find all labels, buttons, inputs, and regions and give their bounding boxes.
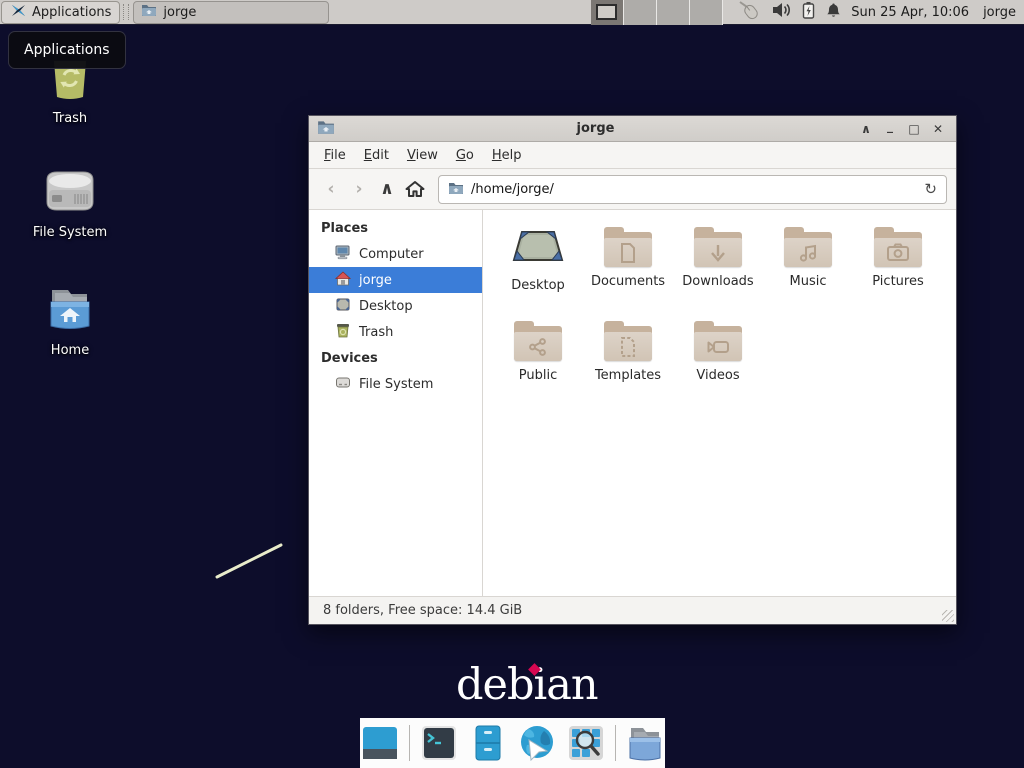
notifications-bell-icon[interactable] [826,2,841,23]
titlebar[interactable]: jorge ∧ _ □ ✕ [309,116,956,142]
trash-small-icon [335,323,351,342]
home-button[interactable] [402,176,428,202]
battery-icon[interactable] [802,1,815,23]
top-panel: Applications jorge [0,0,1024,25]
web-browser-launcher[interactable] [517,723,557,763]
desktop-icon-label: Trash [53,111,87,126]
file-tile-desktop[interactable]: Desktop [493,223,583,317]
applications-menu-label: Applications [32,5,111,20]
folder-pictures-icon [874,227,922,267]
folder-templates-icon [604,321,652,361]
desktop-surface-icon [510,227,566,271]
applications-menu-button[interactable]: Applications [1,1,120,24]
workspace-1[interactable] [591,0,624,25]
bottom-dock [360,718,665,768]
file-tile-downloads[interactable]: Downloads [673,223,763,317]
minimize-button[interactable]: _ [880,119,900,139]
file-tile-videos[interactable]: Videos [673,317,763,411]
desktop-icon-file-system[interactable]: File System [20,168,120,240]
workspace-3[interactable] [657,0,690,25]
file-tile-documents[interactable]: Documents [583,223,673,317]
shade-button[interactable]: ∧ [856,119,876,139]
home-folder-icon [42,284,98,336]
file-tile-music[interactable]: Music [763,223,853,317]
debian-text: debian [456,660,598,710]
task-window-title: jorge [163,5,196,20]
menu-edit[interactable]: Edit [355,144,398,167]
statusbar-text: 8 folders, Free space: 14.4 GiB [323,603,522,618]
taskbar-window-button[interactable]: jorge [133,1,329,24]
computer-icon [335,245,351,264]
dock-separator [409,725,410,761]
file-tile-templates[interactable]: Templates [583,317,673,411]
up-button[interactable]: ∧ [374,176,400,202]
username-indicator[interactable]: jorge [983,5,1016,20]
task-folder-icon [141,3,157,21]
clock[interactable]: Sun 25 Apr, 10:06 [851,5,969,20]
file-manager-window: jorge ∧ _ □ ✕ File Edit View Go Help ‹ ›… [308,115,957,625]
folder-downloads-icon [694,227,742,267]
app-finder-launcher[interactable] [566,723,606,763]
path-text[interactable]: /home/jorge/ [471,182,917,197]
menu-file[interactable]: File [315,144,355,167]
workspace-window-preview [596,4,617,20]
sidebar-item-trash[interactable]: Trash [309,319,482,345]
volume-icon[interactable] [772,2,791,22]
window-title: jorge [335,121,856,136]
workspace-4[interactable] [690,0,723,25]
home-icon [335,271,351,290]
dock-separator [615,725,616,761]
menu-view[interactable]: View [398,144,447,167]
system-tray [737,0,841,24]
desktop-icon-label: Home [51,343,89,358]
desktop-icon [335,297,351,316]
tasklist-grip[interactable] [123,4,129,20]
devices-header: Devices [309,345,482,371]
maximize-button[interactable]: □ [904,119,924,139]
places-header: Places [309,215,482,241]
statusbar: 8 folders, Free space: 14.4 GiB [309,596,956,624]
sidebar-item-jorge[interactable]: jorge [309,267,482,293]
folder-public-icon [514,321,562,361]
close-button[interactable]: ✕ [928,119,948,139]
directory-menu-launcher[interactable] [625,723,665,763]
workspace-switcher [591,0,723,25]
mouse-device-icon[interactable] [737,0,761,24]
back-button[interactable]: ‹ [318,176,344,202]
folder-documents-icon [604,227,652,267]
desktop-stray-line [213,541,285,585]
applications-tooltip: Applications [8,31,126,69]
debian-wordmark: debian [456,660,598,710]
location-bar[interactable]: /home/jorge/ ↻ [438,175,947,204]
file-manager-launcher[interactable] [468,723,508,763]
xfce-logo-icon [10,2,27,23]
folder-music-icon [784,227,832,267]
window-folder-icon [317,119,335,139]
file-tile-public[interactable]: Public [493,317,583,411]
hard-drive-icon [39,168,101,218]
terminal-launcher[interactable] [419,723,459,763]
forward-button[interactable]: › [346,176,372,202]
resize-grip[interactable] [942,610,954,622]
path-folder-icon [448,180,464,199]
desktop-icon-label: File System [33,225,107,240]
toolbar: ‹ › ∧ /home/jorge/ ↻ [309,169,956,210]
show-desktop-button[interactable] [360,723,400,763]
sidebar-item-file-system[interactable]: File System [309,371,482,397]
drive-small-icon [335,375,351,394]
menu-help[interactable]: Help [483,144,531,167]
desktop-icon-home[interactable]: Home [20,284,120,358]
reload-icon[interactable]: ↻ [924,180,937,198]
workspace-2[interactable] [624,0,657,25]
file-tile-pictures[interactable]: Pictures [853,223,943,317]
sidebar-item-desktop[interactable]: Desktop [309,293,482,319]
sidebar-item-computer[interactable]: Computer [309,241,482,267]
folder-videos-icon [694,321,742,361]
menu-go[interactable]: Go [447,144,483,167]
menubar: File Edit View Go Help [309,142,956,169]
sidebar: Places Computer [309,210,483,596]
file-grid: Desktop Documents [483,210,956,596]
